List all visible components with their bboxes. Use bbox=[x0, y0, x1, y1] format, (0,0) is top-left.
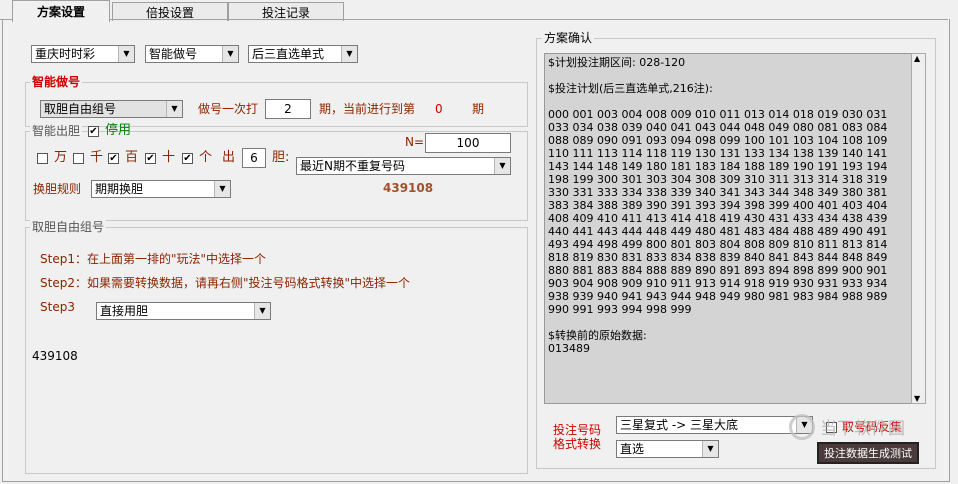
convert-label-1: 投注号码 bbox=[553, 423, 602, 437]
tab-bar: 方案设置 倍投设置 投注记录 bbox=[0, 0, 958, 22]
stop-label: 停用 bbox=[105, 123, 132, 138]
dan-method-value: 最近N期不重复号码 bbox=[300, 159, 405, 173]
chevron-down-icon: ▼ bbox=[702, 441, 718, 457]
format-select-value: 三星复式 -> 三星大底 bbox=[620, 418, 739, 432]
scroll-down-icon[interactable]: ▼ bbox=[914, 394, 920, 403]
rule-select[interactable]: 期期换胆 ▼ bbox=[91, 180, 231, 198]
chevron-down-icon: ▼ bbox=[214, 181, 230, 197]
convert-label-2: 格式转换 bbox=[553, 437, 602, 451]
step2-text: Step2：如果需要转换数据，请再右侧"投注号码格式转换"中选择一个 bbox=[40, 276, 410, 290]
position-checkbox-ge[interactable]: ✔ bbox=[182, 153, 193, 164]
raw-label: $转换前的原始数据: bbox=[548, 329, 647, 342]
per-bet-input[interactable]: 2 bbox=[265, 99, 311, 119]
plan-line: $投注计划(后三直选单式,216注): bbox=[548, 82, 713, 95]
out-label: 出 bbox=[222, 150, 236, 165]
chevron-down-icon: ▼ bbox=[341, 46, 357, 62]
step3-select[interactable]: 直接用胆 ▼ bbox=[96, 302, 271, 320]
play-select-value: 后三直选单式 bbox=[252, 47, 325, 61]
plan-memo[interactable]: $计划投注期区间: 028-120 $投注计划(后三直选单式,216注): 00… bbox=[544, 53, 912, 404]
step3-label: Step3 bbox=[40, 300, 75, 314]
chevron-down-icon: ▼ bbox=[166, 101, 182, 117]
position-label-shi: 十 bbox=[162, 150, 176, 165]
free-group-title: 取胆自由组号 bbox=[30, 220, 107, 234]
mode-select[interactable]: 智能做号 ▼ bbox=[145, 45, 239, 63]
type-select[interactable]: 直选 ▼ bbox=[616, 440, 719, 458]
position-label-bai: 百 bbox=[125, 150, 139, 165]
position-checkbox-shi[interactable]: ✔ bbox=[145, 153, 156, 164]
dan-method-select[interactable]: 最近N期不重复号码 ▼ bbox=[296, 157, 511, 175]
group-method-select[interactable]: 取胆自由组号 ▼ bbox=[40, 100, 183, 118]
type-select-value: 直选 bbox=[620, 442, 645, 456]
dan-result: 439108 bbox=[383, 181, 434, 195]
position-label-wan: 万 bbox=[54, 150, 68, 165]
dan-label: 胆: bbox=[272, 150, 290, 165]
scroll-up-icon[interactable]: ▲ bbox=[914, 54, 920, 63]
mode-select-value: 智能做号 bbox=[149, 47, 198, 61]
free-group-value: 439108 bbox=[32, 349, 78, 363]
memo-scrollbar[interactable]: ▲ ▼ bbox=[911, 53, 926, 404]
position-checkbox-qian[interactable] bbox=[73, 153, 84, 164]
period-label: 期，当前进行到第 bbox=[319, 102, 416, 116]
lottery-select-value: 重庆时时彩 bbox=[35, 47, 96, 61]
tab-plan-settings[interactable]: 方案设置 bbox=[12, 0, 110, 22]
position-label-qian: 千 bbox=[90, 150, 104, 165]
rule-select-value: 期期换胆 bbox=[95, 182, 144, 196]
stop-checkbox[interactable]: ✔ bbox=[88, 126, 99, 137]
step3-select-value: 直接用胆 bbox=[100, 304, 149, 318]
plan-numbers: 000 001 003 004 008 009 010 011 013 014 … bbox=[548, 108, 888, 316]
step1-text: Step1：在上面第一排的"玩法"中选择一个 bbox=[40, 252, 266, 266]
rule-label: 换胆规则 bbox=[33, 182, 82, 196]
out-count-input[interactable]: 6 bbox=[242, 148, 266, 168]
play-select[interactable]: 后三直选单式 ▼ bbox=[248, 45, 358, 63]
per-bet-label: 做号一次打 bbox=[198, 102, 259, 116]
chevron-down-icon: ▼ bbox=[254, 303, 270, 319]
chevron-down-icon: ▼ bbox=[494, 158, 510, 174]
current-period-value: 0 bbox=[435, 102, 443, 116]
format-select[interactable]: 三星复式 -> 三星大底 ▼ bbox=[616, 416, 813, 434]
position-checkbox-wan[interactable] bbox=[37, 153, 48, 164]
confirm-group-title: 方案确认 bbox=[542, 31, 595, 45]
period-suffix: 期 bbox=[472, 102, 485, 116]
raw-value: 013489 bbox=[548, 342, 590, 355]
position-label-ge: 个 bbox=[199, 150, 213, 165]
chevron-down-icon: ▼ bbox=[222, 46, 238, 62]
lottery-select[interactable]: 重庆时时彩 ▼ bbox=[31, 45, 135, 63]
range-line: $计划投注期区间: 028-120 bbox=[548, 56, 686, 69]
watermark-logo-icon bbox=[789, 414, 815, 440]
chevron-down-icon: ▼ bbox=[118, 46, 134, 62]
n-label: N= bbox=[405, 135, 425, 149]
n-input[interactable]: 100 bbox=[425, 133, 511, 153]
watermark-text: 当下软件园 bbox=[820, 419, 905, 439]
generate-button[interactable]: 投注数据生成测试 bbox=[817, 442, 919, 464]
smart-group-title: 智能做号 bbox=[30, 75, 83, 89]
group-method-value: 取胆自由组号 bbox=[44, 102, 117, 116]
dan-group-title: 智能出胆 bbox=[30, 124, 83, 138]
position-checkbox-bai[interactable]: ✔ bbox=[108, 153, 119, 164]
